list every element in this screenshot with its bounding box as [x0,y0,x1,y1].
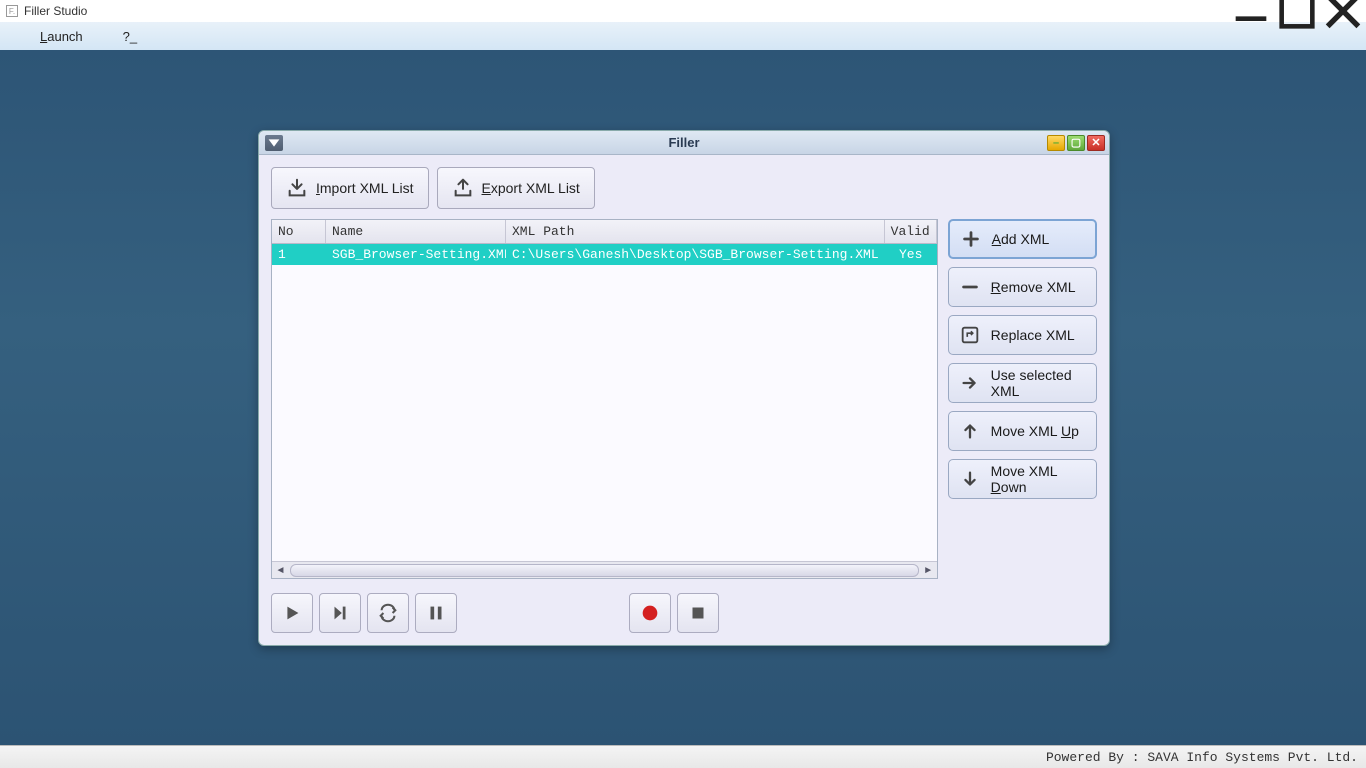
cell-name: SGB_Browser-Setting.XML [326,244,506,265]
window-titlebar: F. Filler Studio [0,0,1366,22]
scroll-thumb[interactable] [290,564,919,577]
minimize-button[interactable] [1228,0,1274,22]
dialog-title: Filler [668,135,699,150]
arrow-right-icon [959,372,981,394]
statusbar: Powered By : SAVA Info Systems Pvt. Ltd. [0,745,1366,768]
pause-icon [425,602,447,624]
stop-button[interactable] [677,593,719,633]
menu-launch[interactable]: Launch [20,25,103,48]
scroll-right-icon[interactable]: ► [920,563,937,578]
add-xml-button[interactable]: Add XML [948,219,1097,259]
replace-icon [959,324,981,346]
col-header-name[interactable]: Name [326,220,506,243]
next-icon [329,602,351,624]
dialog-close-icon[interactable]: ✕ [1087,135,1105,151]
move-xml-down-button[interactable]: Move XML Down [948,459,1097,499]
import-icon [286,177,308,199]
desktop-area: Filler – ▢ ✕ Import XML List Export XML … [0,50,1366,745]
cell-valid: Yes [885,244,937,265]
replace-xml-label: Replace XML [991,327,1075,343]
col-header-no[interactable]: No [272,220,326,243]
filler-dialog: Filler – ▢ ✕ Import XML List Export XML … [258,130,1110,646]
dialog-maximize-icon[interactable]: ▢ [1067,135,1085,151]
import-xml-label: Import XML List [316,180,414,196]
col-header-path[interactable]: XML Path [506,220,885,243]
side-buttons: Add XML Remove XML Replace XML Use selec… [948,219,1097,579]
playback-bar [271,593,1097,633]
import-xml-button[interactable]: Import XML List [271,167,429,209]
dialog-toolbar: Import XML List Export XML List [271,167,1097,209]
record-button[interactable] [629,593,671,633]
arrow-down-icon [959,468,981,490]
loop-button[interactable] [367,593,409,633]
use-selected-label: Use selected XML [991,367,1086,399]
window-title: Filler Studio [24,4,87,18]
maximize-button[interactable] [1274,0,1320,22]
loop-icon [377,602,399,624]
use-selected-xml-button[interactable]: Use selected XML [948,363,1097,403]
plus-icon [960,228,982,250]
export-xml-button[interactable]: Export XML List [437,167,595,209]
move-down-label: Move XML Down [991,463,1086,495]
dialog-minimize-icon[interactable]: – [1047,135,1065,151]
export-xml-label: Export XML List [482,180,580,196]
cell-path: C:\Users\Ganesh\Desktop\SGB_Browser-Sett… [506,244,885,265]
dialog-system-icon[interactable] [265,135,283,151]
move-up-label: Move XML Up [991,423,1079,439]
close-button[interactable] [1320,0,1366,22]
cell-no: 1 [272,244,326,265]
minus-icon [959,276,981,298]
scroll-left-icon[interactable]: ◄ [272,563,289,578]
add-xml-label: Add XML [992,231,1050,247]
menu-launch-label: aunch [47,29,82,44]
menu-help[interactable]: ?_ [103,25,157,48]
play-button[interactable] [271,593,313,633]
pause-button[interactable] [415,593,457,633]
arrow-up-icon [959,420,981,442]
move-xml-up-button[interactable]: Move XML Up [948,411,1097,451]
export-icon [452,177,474,199]
next-button[interactable] [319,593,361,633]
col-header-valid[interactable]: Valid [885,220,937,243]
app-icon: F. [6,5,18,17]
dialog-titlebar: Filler – ▢ ✕ [259,131,1109,155]
replace-xml-button[interactable]: Replace XML [948,315,1097,355]
table-row[interactable]: 1 SGB_Browser-Setting.XML C:\Users\Ganes… [272,244,937,265]
remove-xml-button[interactable]: Remove XML [948,267,1097,307]
record-icon [639,602,661,624]
stop-icon [687,602,709,624]
remove-xml-label: Remove XML [991,279,1076,295]
play-icon [281,602,303,624]
horizontal-scrollbar[interactable]: ◄ ► [272,561,937,578]
statusbar-text: Powered By : SAVA Info Systems Pvt. Ltd. [1046,750,1358,765]
grid-header: No Name XML Path Valid [272,220,937,244]
menubar: Launch ?_ [0,22,1366,50]
xml-grid: No Name XML Path Valid 1 SGB_Browser-Set… [271,219,938,579]
